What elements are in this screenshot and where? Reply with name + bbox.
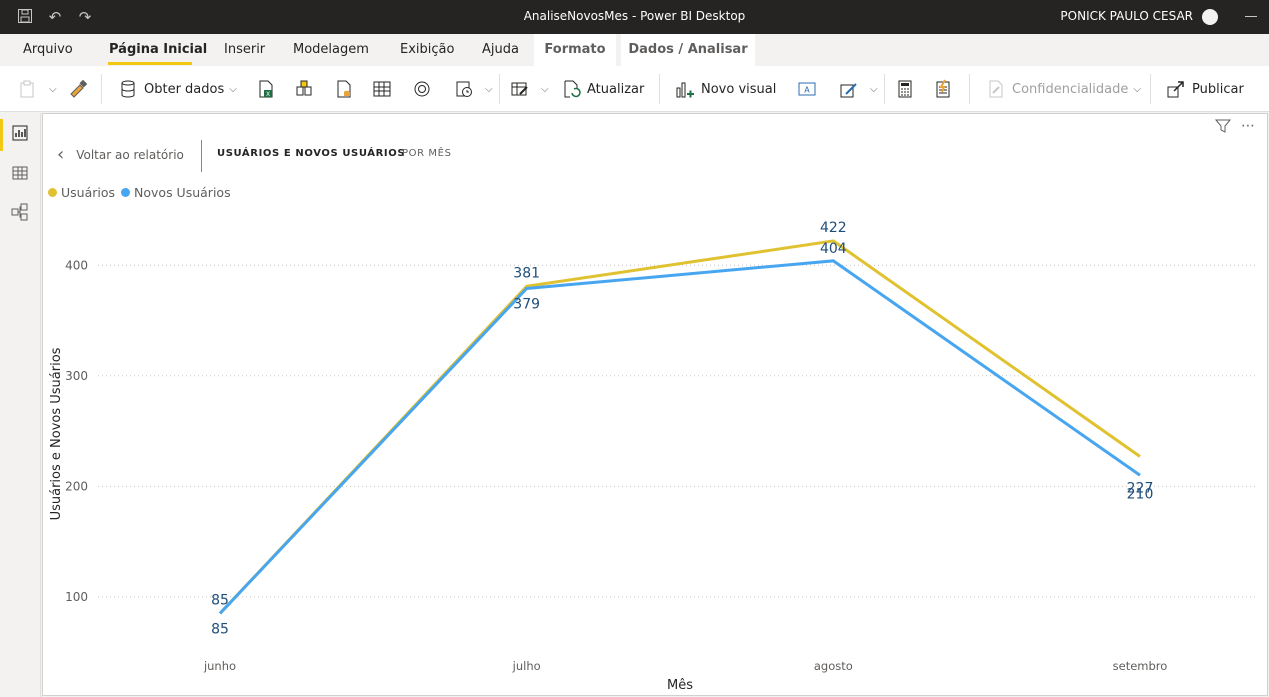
tab-ajuda[interactable]: Ajuda	[482, 42, 519, 57]
refresh-button[interactable]: Atualizar	[561, 78, 644, 100]
text-box-icon: A	[798, 82, 816, 96]
series-line-1	[218, 239, 1141, 615]
dataverse-icon	[414, 81, 430, 97]
bar-chart-plus-icon	[676, 82, 694, 98]
excel-button[interactable]: X	[256, 78, 282, 100]
dataset-icon	[296, 80, 312, 96]
sql-server-button[interactable]	[334, 78, 360, 100]
more-visuals-button[interactable]: ⌵	[839, 78, 878, 100]
dataset-button[interactable]	[294, 78, 320, 100]
transform-icon	[511, 82, 528, 96]
data-label: 85	[211, 592, 229, 608]
tab-arquivo[interactable]: Arquivo	[23, 42, 73, 57]
tab-modelagem[interactable]: Modelagem	[293, 42, 369, 57]
format-painter-button[interactable]	[68, 78, 94, 100]
excel-icon: X	[259, 80, 273, 98]
sql-icon	[337, 80, 351, 98]
ribbon: ⌵ Obter dados ⌵ X ⌵ ⌵ Atualizar Novo visu…	[0, 66, 1269, 112]
publish-button[interactable]: Publicar	[1166, 78, 1244, 100]
publish-label: Publicar	[1192, 81, 1244, 97]
clock-icon	[456, 81, 472, 97]
get-data-label: Obter dados	[144, 81, 225, 97]
tab-dados-analisar[interactable]: Dados / Analisar	[621, 34, 755, 66]
transform-data-button[interactable]: ⌵	[510, 78, 549, 100]
new-visual-label: Novo visual	[701, 81, 777, 97]
report-canvas: ⋯ ‹ Voltar ao relatório USUÁRIOS E NOVOS…	[42, 113, 1268, 696]
new-visual-button[interactable]: Novo visual	[675, 78, 776, 100]
minimize-icon[interactable]	[1245, 16, 1257, 17]
data-label: 210	[1127, 486, 1154, 502]
x-tick-label: agosto	[814, 659, 853, 673]
sensitivity-icon	[989, 80, 1003, 98]
table-icon	[373, 81, 391, 97]
svg-text:X: X	[266, 91, 270, 98]
data-label: 85	[211, 621, 229, 637]
x-tick-label: setembro	[1113, 659, 1168, 673]
data-view-icon[interactable]	[11, 164, 29, 182]
x-axis-title: Mês	[667, 678, 693, 693]
y-tick-label: 400	[65, 258, 88, 272]
tab-formato[interactable]: Formato	[534, 34, 616, 66]
model-view-icon[interactable]	[11, 203, 29, 221]
tab-exibicao[interactable]: Exibição	[400, 42, 454, 57]
avatar[interactable]	[1202, 9, 1218, 25]
data-label: 422	[820, 220, 847, 236]
tab-pagina-inicial[interactable]: Página Inicial	[109, 42, 207, 57]
x-tick-label: julho	[512, 659, 541, 673]
y-tick-label: 300	[65, 369, 88, 383]
data-label: 381	[513, 265, 540, 281]
enter-data-button[interactable]	[372, 78, 398, 100]
title-bar: ↶ ↷ AnaliseNovosMes - Power BI Desktop P…	[0, 0, 1269, 34]
view-switcher	[0, 113, 41, 697]
svg-text:A: A	[804, 86, 810, 95]
x-tick-label: junho	[203, 659, 236, 673]
dataverse-button[interactable]	[412, 78, 438, 100]
recent-sources-button[interactable]: ⌵	[454, 78, 493, 100]
user-name[interactable]: PONICK PAULO CESAR	[1060, 9, 1193, 23]
get-data-button[interactable]: Obter dados ⌵	[118, 78, 237, 100]
new-measure-button[interactable]	[895, 78, 921, 100]
clipboard-icon	[20, 80, 34, 98]
calculator-icon	[898, 80, 912, 98]
y-tick-label: 100	[65, 590, 88, 604]
active-tab-indicator	[108, 62, 192, 65]
publish-icon	[1167, 81, 1184, 98]
brush-icon	[70, 79, 88, 98]
sensitivity-label: Confidencialidade	[1012, 81, 1129, 97]
more-visuals-icon	[840, 83, 857, 98]
report-view-icon[interactable]	[11, 124, 29, 142]
tab-inserir[interactable]: Inserir	[224, 42, 265, 57]
refresh-label: Atualizar	[587, 81, 645, 97]
active-view-indicator	[0, 119, 3, 151]
quick-measure-button[interactable]	[933, 78, 959, 100]
series-line-2	[218, 259, 1141, 615]
sensitivity-button[interactable]: Confidencialidade ⌵	[986, 78, 1141, 100]
data-label: 404	[820, 241, 847, 257]
refresh-icon	[564, 80, 581, 98]
quick-measure-icon	[936, 79, 950, 98]
text-box-button[interactable]: A	[797, 78, 823, 100]
paste-button[interactable]: ⌵	[18, 78, 57, 100]
line-chart: 100 200 300 400 junho julho agosto setembro Mês U…	[49, 220, 1258, 693]
y-axis-title: Usuários e Novos Usuários	[49, 347, 64, 520]
database-icon	[121, 80, 135, 98]
data-label: 379	[513, 296, 540, 312]
y-tick-label: 200	[65, 479, 88, 493]
